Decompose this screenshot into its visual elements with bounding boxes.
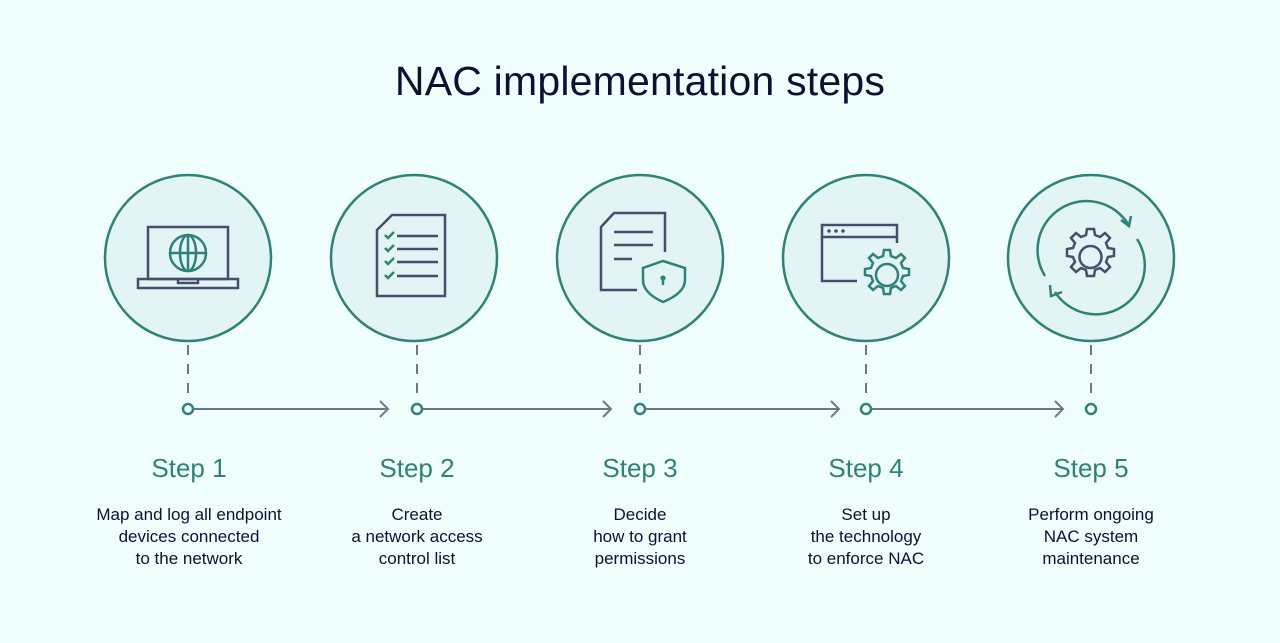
step-2-label: Step 2 (379, 453, 455, 483)
step-1-desc-line: Map and log all endpoint (96, 505, 282, 524)
step-4-label: Step 4 (828, 453, 904, 483)
arrows (193, 400, 1065, 418)
step-3-label: Step 3 (602, 453, 678, 483)
step-1-desc-line: to the network (135, 549, 243, 568)
step-3-desc-line: permissions (594, 549, 686, 568)
step-5-label: Step 5 (1053, 453, 1129, 483)
drop-lines (187, 345, 1092, 402)
timeline-dot-3 (633, 402, 647, 416)
timeline-dot-4 (859, 402, 873, 416)
timeline-dot-1 (181, 402, 195, 416)
arrow-2-to-3 (422, 400, 613, 418)
step-1-desc-line: devices connected (118, 527, 260, 546)
step-5-description: Perform ongoing NAC system maintenance (971, 504, 1211, 570)
timeline-dot-5 (1084, 402, 1098, 416)
step-5-desc-line: Perform ongoing (1028, 505, 1154, 524)
step-3-desc-line: Decide (613, 505, 667, 524)
step-4-desc-line: the technology (810, 527, 922, 546)
step-2-node (329, 173, 499, 343)
step-3-desc-line: how to grant (593, 527, 687, 546)
step-4-circle (781, 173, 951, 343)
step-3-text: Step 3 Decide how to grant permissions (520, 448, 760, 570)
step-4-desc-line: Set up (841, 505, 891, 524)
step-2-desc-line: a network access (351, 527, 483, 546)
step-1-text: Step 1 Map and log all endpoint devices … (69, 448, 309, 570)
step-2-text: Step 2 Create a network access control l… (297, 448, 537, 570)
step-2-circle (329, 173, 499, 343)
step-2-description: Create a network access control list (297, 504, 537, 570)
step-1-label: Step 1 (151, 453, 227, 483)
step-2-desc-line: Create (391, 505, 443, 524)
step-3-node (555, 173, 725, 343)
arrow-4-to-5 (871, 400, 1065, 418)
arrow-1-to-2 (193, 400, 390, 418)
step-4-node (781, 173, 951, 343)
arrow-3-to-4 (645, 400, 841, 418)
step-3-description: Decide how to grant permissions (520, 504, 760, 570)
step-5-desc-line: maintenance (1042, 549, 1140, 568)
step-5-desc-line: NAC system (1043, 527, 1139, 546)
step-1-description: Map and log all endpoint devices connect… (69, 504, 309, 570)
step-5-circle (1006, 173, 1176, 343)
step-4-text: Step 4 Set up the technology to enforce … (746, 448, 986, 570)
timeline-dot-2 (410, 402, 424, 416)
step-1-node (103, 173, 273, 343)
step-5-node (1006, 173, 1176, 343)
step-2-desc-line: control list (378, 549, 456, 568)
step-4-desc-line: to enforce NAC (807, 549, 925, 568)
step-4-description: Set up the technology to enforce NAC (746, 504, 986, 570)
step-3-circle (555, 173, 725, 343)
step-5-text: Step 5 Perform ongoing NAC system mainte… (971, 448, 1211, 570)
